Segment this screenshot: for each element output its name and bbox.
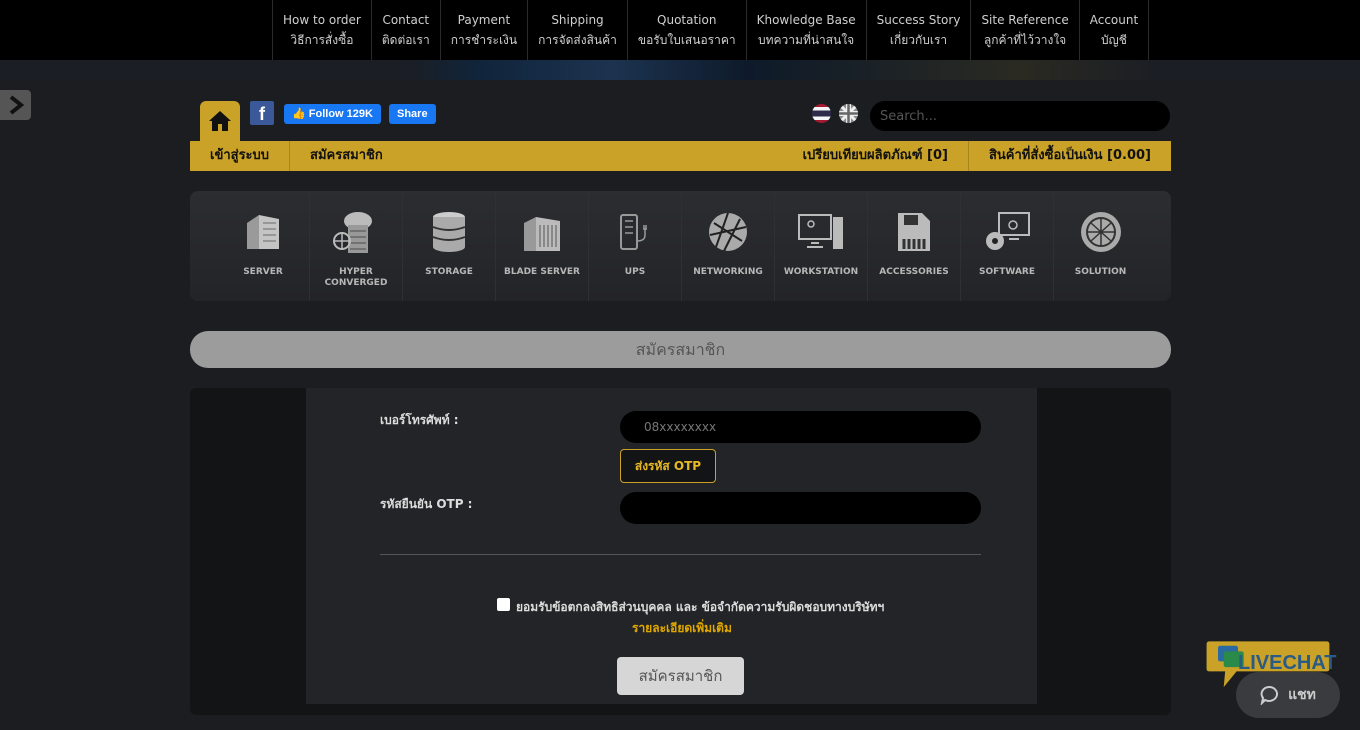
ups-icon — [620, 214, 647, 250]
nav-success-story[interactable]: Success Story เกี่ยวกับเรา — [865, 0, 971, 60]
category-accessories[interactable]: ACCESSORIES — [868, 191, 961, 301]
networking-icon — [709, 212, 747, 252]
nav-how-to-order[interactable]: How to order วิธีการสั่งซื้อ — [272, 0, 371, 60]
top-nav: How to order วิธีการสั่งซื้อ Contact ติดต่… — [0, 0, 1360, 60]
home-button[interactable] — [200, 101, 240, 141]
nav-label-th: ขอรับใบเสนอราคา — [637, 33, 736, 47]
category-ups[interactable]: UPS — [589, 191, 682, 301]
nav-label-en: Contact — [382, 13, 430, 27]
nav-label-en: Khowledge Base — [756, 13, 856, 27]
nav-knowledge-base[interactable]: Khowledge Base บทความที่น่าสนใจ — [745, 0, 866, 60]
solution-icon — [1080, 212, 1121, 252]
uk-flag-icon[interactable] — [839, 104, 858, 123]
category-label: SOLUTION — [1074, 267, 1127, 277]
otp-label: รหัสยืนยัน OTP : — [380, 497, 473, 511]
top-nav-items: How to order วิธีการสั่งซื้อ Contact ติดต่… — [272, 0, 1150, 60]
hyper-converged-icon — [333, 212, 372, 253]
category-solution[interactable]: SOLUTION — [1054, 191, 1147, 301]
phone-input[interactable] — [620, 411, 981, 443]
more-details-link[interactable]: รายละเอียดเพิ่มเติม — [632, 619, 732, 638]
category-label: NETWORKING — [693, 267, 763, 277]
nav-shipping[interactable]: Shipping การจัดส่งสินค้า — [527, 0, 627, 60]
workstation-icon — [798, 214, 843, 249]
otp-input[interactable] — [620, 492, 981, 524]
side-panel-toggle[interactable] — [0, 90, 31, 120]
blade-server-icon — [524, 217, 560, 251]
category-hyper-converged[interactable]: HYPER CONVERGED — [310, 191, 403, 301]
nav-quotation[interactable]: Quotation ขอรับใบเสนอราคา — [626, 0, 746, 60]
category-label: STORAGE — [425, 267, 473, 277]
thumbs-up-icon: 👍 — [292, 108, 306, 120]
facebook-icon[interactable]: f — [250, 101, 274, 125]
nav-label-en: How to order — [283, 13, 361, 27]
category-label: UPS — [624, 267, 646, 277]
banner-strip — [0, 60, 1360, 80]
category-server[interactable]: SERVER — [217, 191, 310, 301]
server-icon — [247, 215, 279, 249]
nav-label-th: เกี่ยวกับเรา — [889, 33, 948, 47]
storage-icon — [432, 212, 466, 252]
facebook-follow-button[interactable]: 👍 Follow 129K — [284, 104, 381, 124]
nav-label-th: วิธีการสั่งซื้อ — [290, 33, 354, 47]
send-otp-button[interactable]: ส่งรหัส OTP — [620, 449, 716, 483]
nav-label-th: บัญชี — [1100, 33, 1127, 47]
nav-label-en: Payment — [457, 13, 511, 27]
nav-label-en: Shipping — [551, 13, 604, 27]
category-storage[interactable]: STORAGE — [403, 191, 496, 301]
home-icon — [209, 111, 231, 131]
accessories-icon — [898, 213, 930, 251]
divider — [380, 554, 981, 555]
chat-button[interactable]: แชท — [1236, 672, 1340, 718]
nav-label-en: Account — [1089, 13, 1139, 27]
register-link[interactable]: สมัครสมาชิก — [289, 141, 403, 171]
nav-label-en: Site Reference — [981, 13, 1069, 27]
search-input[interactable] — [870, 101, 1170, 131]
nav-label-th: ติดต่อเรา — [381, 33, 430, 47]
category-label: SERVER — [243, 267, 283, 277]
category-networking[interactable]: NETWORKING — [682, 191, 775, 301]
nav-label-th: ลูกค้าที่ไว้วางใจ — [983, 33, 1067, 47]
nav-label-en: Success Story — [876, 13, 961, 27]
category-bar: SERVER HYPER CONVERGED STORAGE BLADE SER… — [190, 191, 1171, 301]
login-link[interactable]: เข้าสู่ระบบ — [190, 141, 289, 171]
consent-text: ยอมรับข้อตกลงสิทธิส่วนบุคคล และ ข้อจำกัด… — [516, 600, 885, 614]
nav-label-th: การจัดส่งสินค้า — [538, 33, 617, 47]
category-blade-server[interactable]: BLADE SERVER — [496, 191, 589, 301]
nav-label-th: บทความที่น่าสนใจ — [758, 33, 855, 47]
nav-contact[interactable]: Contact ติดต่อเรา — [370, 0, 440, 60]
nav-label-th: การชำระเงิน — [450, 33, 518, 47]
register-submit-button[interactable]: สมัครสมาชิก — [617, 657, 744, 695]
category-label: BLADE SERVER — [504, 267, 580, 277]
account-bar: เข้าสู่ระบบ สมัครสมาชิก เปรียบเทียบผลิตภ… — [190, 141, 1171, 171]
chevron-right-icon — [9, 95, 24, 115]
cart-link[interactable]: สินค้าที่สั่งซื้อเป็นเงิน [0.00] — [967, 141, 1171, 171]
nav-payment[interactable]: Payment การชำระเงิน — [439, 0, 527, 60]
category-label: HYPER CONVERGED — [324, 267, 388, 288]
category-label: WORKSTATION — [783, 267, 859, 277]
nav-account[interactable]: Account บัญชี — [1078, 0, 1150, 60]
category-label: SOFTWARE — [979, 267, 1035, 277]
category-label: ACCESSORIES — [879, 267, 949, 277]
nav-label-en: Quotation — [657, 13, 717, 27]
follow-label: Follow 129K — [308, 108, 373, 120]
uk-flag-graphic — [839, 104, 858, 123]
chat-bubble-icon — [1260, 686, 1279, 705]
page-title: สมัครสมาชิก — [190, 331, 1171, 368]
category-workstation[interactable]: WORKSTATION — [775, 191, 868, 301]
software-icon — [986, 212, 1030, 250]
chat-label: แชท — [1288, 687, 1316, 703]
compare-link[interactable]: เปรียบเทียบผลิตภัณฑ์ [0] — [783, 141, 968, 171]
phone-label: เบอร์โทรศัพท์ : — [380, 413, 459, 427]
consent-checkbox[interactable] — [497, 598, 510, 611]
nav-site-reference[interactable]: Site Reference ลูกค้าที่ไว้วางใจ — [970, 0, 1078, 60]
category-software[interactable]: SOFTWARE — [961, 191, 1054, 301]
facebook-share-button[interactable]: Share — [389, 104, 436, 124]
thai-flag-icon[interactable] — [812, 104, 831, 123]
